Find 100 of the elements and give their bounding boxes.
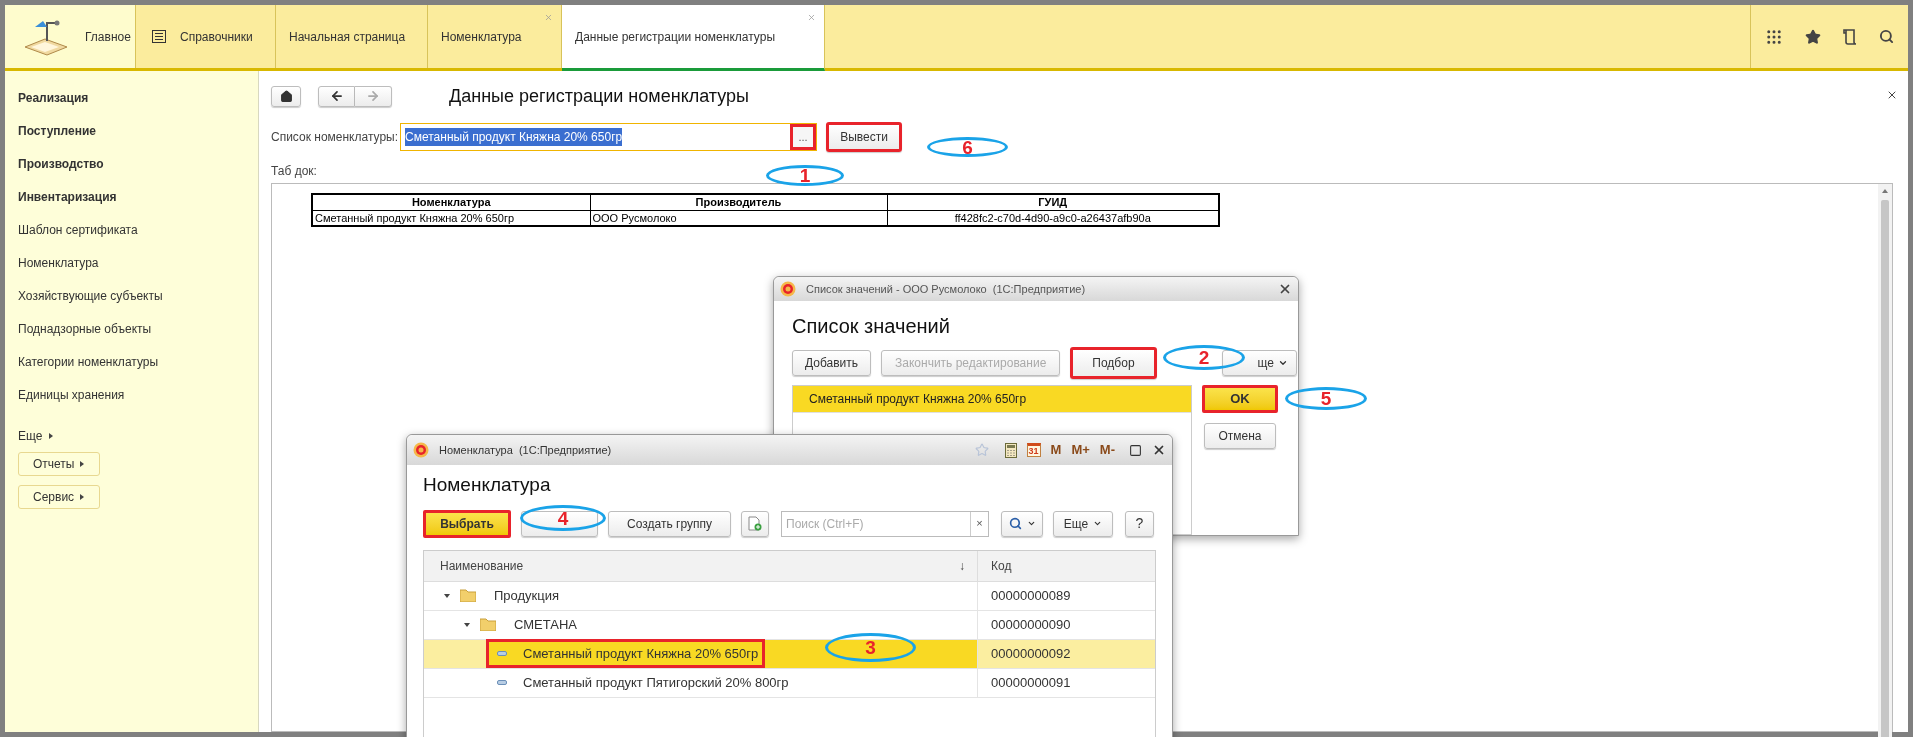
table-cell: ООО Русмолоко — [590, 210, 887, 226]
close-icon[interactable] — [1278, 282, 1292, 296]
sidebar-link[interactable]: Инвентаризация — [18, 188, 258, 221]
section-label: Таб док: — [271, 163, 317, 180]
create-group-button[interactable]: Создать группу — [608, 510, 731, 537]
column-header: Номенклатура — [312, 194, 590, 210]
sidebar-link[interactable]: Поступление — [18, 122, 258, 155]
back-button[interactable] — [318, 85, 355, 107]
expand-arrow-icon — [464, 621, 470, 628]
code-cell-text: 00000000092 — [990, 644, 1071, 663]
more-button[interactable]: Еще — [1053, 510, 1113, 537]
help-button[interactable]: ? — [1125, 510, 1154, 537]
clear-button[interactable]: × — [970, 511, 988, 536]
callout-ellipse: 2 — [1163, 345, 1245, 370]
ok-button[interactable]: OK — [1202, 385, 1278, 413]
callout-ellipse: 5 — [1285, 387, 1367, 410]
sidebar-link[interactable]: Производство — [18, 155, 258, 188]
add-document-icon — [748, 516, 762, 531]
toolbar-button[interactable]: Подбор — [1070, 347, 1157, 379]
tree-row[interactable]: Сметанный продукт Пятигорский 20% 800гр 00000000091 — [424, 668, 1155, 698]
sidebar-link[interactable]: Единицы хранения — [18, 386, 258, 419]
callout-ellipse: 3 — [825, 633, 916, 662]
search-button[interactable] — [1001, 510, 1043, 537]
menu-button[interactable]: Отчеты — [18, 452, 101, 476]
memory-button[interactable]: M- — [1099, 440, 1115, 460]
apps-grid-icon[interactable] — [1765, 27, 1783, 46]
home-button[interactable] — [271, 85, 301, 107]
close-icon[interactable] — [1152, 443, 1166, 457]
calendar-button[interactable]: 31 — [1026, 443, 1041, 457]
sidebar-link[interactable]: Хозяйствующие субъекты — [18, 287, 258, 320]
list-icon — [152, 30, 166, 43]
caret-icon — [1278, 358, 1288, 368]
calculator-icon[interactable] — [1004, 442, 1017, 458]
toolbar-button[interactable]: ще — [1221, 350, 1297, 376]
sidebar-link[interactable]: Шаблон сертификата — [18, 221, 258, 254]
list-row[interactable]: Сметанный продукт Княжна 20% 650гр — [793, 386, 1191, 413]
field-label: Список номенклатуры: — [271, 129, 399, 146]
item-icon — [497, 680, 507, 685]
output-button[interactable]: Вывести — [826, 122, 903, 152]
table-cell: Сметанный продукт Княжна 20% 650гр — [312, 210, 590, 226]
column-header[interactable]: Код — [978, 550, 1012, 581]
tree-label: Сметанный продукт Княжна 20% 650гр — [523, 644, 759, 663]
caret-icon — [48, 432, 55, 439]
tab[interactable]: Главное — [5, 5, 136, 68]
scroll-icon[interactable] — [1843, 28, 1857, 45]
window-title: Список значений - ООО Русмолоко (1С:Предприятие) — [806, 281, 1086, 297]
dialog-heading: Номенклатура — [423, 473, 552, 497]
tab[interactable]: Данные регистрации номенклатуры — [562, 5, 825, 71]
field-value: Сметанный продукт Княжна 20% 650гр — [405, 128, 623, 146]
page-title: Данные регистрации номенклатуры — [449, 84, 750, 108]
logo-icon — [780, 281, 796, 297]
tab-label: Справочники — [180, 28, 253, 46]
maximize-icon[interactable] — [1129, 443, 1142, 457]
tree-row[interactable]: СМЕТАНА 00000000090 — [424, 610, 1155, 640]
column-header[interactable]: Наименование ↓ — [424, 550, 978, 581]
caret-icon — [79, 461, 86, 467]
sidebar-link[interactable]: Поднадзорные объекты — [18, 320, 258, 353]
search-icon — [1008, 517, 1022, 530]
memory-button[interactable]: M — [1050, 440, 1062, 460]
sidebar-link[interactable]: Категории номенклатуры — [18, 353, 258, 386]
search-field[interactable]: Поиск (Ctrl+F) × — [781, 510, 989, 537]
select-button[interactable]: ... — [790, 124, 817, 150]
expand-arrow-icon — [444, 592, 450, 599]
tree-item[interactable]: Сметанный продукт Княжна 20% 650гр — [486, 639, 766, 668]
toolbar-button[interactable] — [521, 510, 598, 537]
code-cell-text: 00000000089 — [990, 586, 1071, 605]
dialog-heading: Список значений — [792, 314, 951, 339]
column-header: Производитель — [590, 194, 887, 210]
sidebar-link[interactable]: Реализация — [18, 89, 258, 122]
tree-row[interactable]: Продукция 00000000089 — [424, 581, 1155, 611]
cancel-button[interactable]: Отмена — [1204, 423, 1276, 449]
tab-label: Данные регистрации номенклатуры — [575, 28, 775, 46]
tab-label: Номенклатура — [441, 28, 522, 46]
folder-icon — [460, 589, 476, 602]
tree-item[interactable]: Сметанный продукт Пятигорский 20% 800гр — [486, 668, 796, 697]
tree-label: Продукция — [494, 586, 560, 605]
memory-button[interactable]: M+ — [1071, 440, 1090, 460]
item-icon — [497, 651, 507, 656]
menu-button[interactable]: Сервис — [18, 485, 101, 509]
search-icon[interactable] — [1879, 29, 1894, 44]
caret-icon — [79, 494, 86, 500]
caret-icon — [1093, 519, 1103, 528]
close-icon[interactable] — [1886, 89, 1898, 101]
tree-label: Сметанный продукт Пятигорский 20% 800гр — [523, 673, 789, 692]
list-field[interactable]: Сметанный продукт Княжна 20% 650гр ... — [400, 123, 818, 151]
tab-label: Начальная страница — [289, 28, 406, 46]
window-title: Номенклатура (1С:Предприятие) — [439, 442, 612, 458]
star-icon[interactable] — [1805, 28, 1821, 45]
callout-ellipse: 4 — [520, 505, 606, 531]
folder-icon — [480, 618, 496, 631]
callout-ellipse: 6 — [927, 137, 1008, 157]
toolbar-button[interactable]: Добавить — [792, 350, 872, 376]
tab-label: Главное — [85, 28, 131, 46]
more-link[interactable]: Еще — [18, 419, 55, 452]
select-button[interactable]: Выбрать — [423, 509, 511, 538]
logo-icon — [413, 442, 429, 458]
sidebar-link[interactable]: Номенклатура — [18, 254, 258, 287]
add-document-button[interactable] — [741, 510, 769, 537]
tree-label: СМЕТАНА — [514, 615, 577, 634]
code-cell-text: 00000000091 — [990, 673, 1071, 692]
